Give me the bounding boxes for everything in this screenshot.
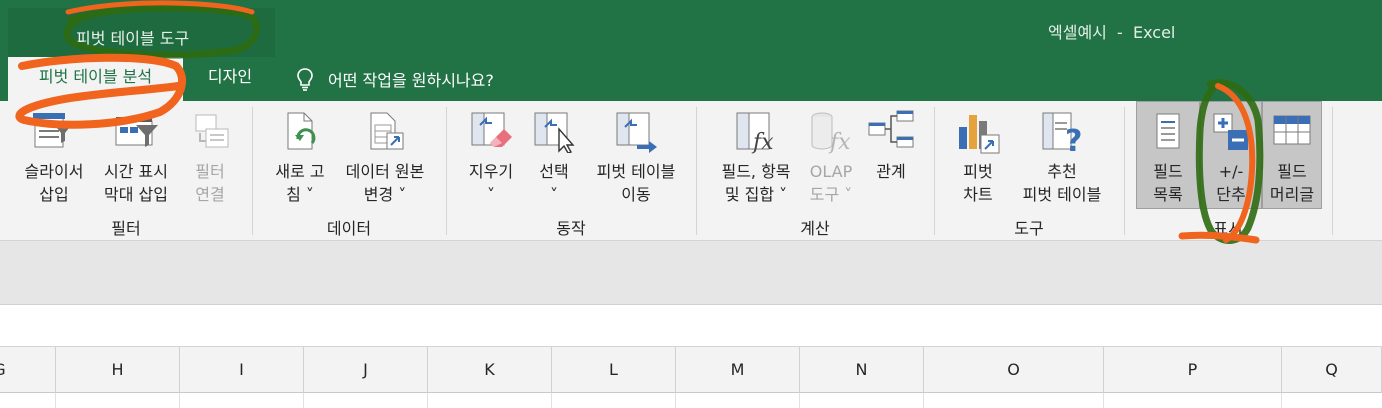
recommended-pivottables-label: 추천 피벗 테이블 (1022, 162, 1102, 204)
fields-items-sets-button[interactable]: fx 필드, 항목 및 집합 ˅ (708, 101, 804, 213)
column-header-n[interactable]: N (800, 347, 924, 393)
fx-table-icon: fx (736, 112, 774, 155)
select-label: 선택 ˅ (539, 162, 569, 204)
insert-slicer-button[interactable]: 슬라이서 삽입 (14, 101, 94, 213)
cell[interactable] (924, 393, 1104, 408)
window-title: 엑셀예시 - Excel (1048, 23, 1176, 42)
column-header-h[interactable]: H (56, 347, 180, 393)
filter-connections-icon (195, 114, 229, 148)
slicer-icon (33, 113, 73, 148)
tab-design[interactable]: 디자인 (186, 57, 274, 101)
cell[interactable] (0, 393, 56, 408)
column-header-o[interactable]: O (924, 347, 1104, 393)
column-header-l[interactable]: L (552, 347, 676, 393)
field-list-icon (1156, 113, 1180, 149)
select-button[interactable]: 선택 ˅ (526, 101, 582, 213)
recommended-pivot-icon: ? (1042, 112, 1082, 155)
olap-tools-button[interactable]: fx OLAP 도구 ˅ (802, 101, 860, 213)
svg-text:fx: fx (828, 130, 851, 155)
column-headers: G H I J K L M N O P Q (0, 347, 1382, 393)
cell[interactable] (1104, 393, 1282, 408)
insert-timeline-label: 시간 표시 막대 삽입 (104, 162, 168, 204)
pivotchart-label: 피벗 차트 (963, 162, 993, 204)
pivot-chart-icon (959, 115, 1000, 154)
cell[interactable] (428, 393, 552, 408)
fields-items-sets-label: 필드, 항목 및 집합 ˅ (721, 162, 791, 204)
cell[interactable] (800, 393, 924, 408)
column-header-p[interactable]: P (1104, 347, 1282, 393)
cell[interactable] (304, 393, 428, 408)
refresh-button[interactable]: 새로 고 침 ˅ (262, 101, 338, 213)
change-source-icon (370, 112, 404, 150)
expand-collapse-buttons-button[interactable]: +/- 단추 (1200, 101, 1262, 209)
cell[interactable] (56, 393, 180, 408)
column-header-i[interactable]: I (180, 347, 304, 393)
group-label-actions: 동작 (556, 219, 586, 238)
field-list-label: 필드 목록 (1153, 162, 1183, 204)
column-header-q[interactable]: Q (1282, 347, 1382, 393)
pivotchart-button[interactable]: 피벗 차트 (946, 101, 1010, 213)
field-headers-button[interactable]: 필드 머리글 (1262, 101, 1322, 209)
plus-minus-icon (1213, 113, 1248, 150)
move-pivot-icon (616, 112, 657, 153)
relationships-button[interactable]: 관계 (860, 101, 922, 213)
relationships-label: 관계 (876, 162, 906, 181)
field-headers-icon (1273, 115, 1311, 145)
column-header-j[interactable]: J (304, 347, 428, 393)
lightbulb-icon (297, 68, 313, 91)
group-label-calculations: 계산 (800, 219, 830, 238)
recommended-pivottables-button[interactable]: ? 추천 피벗 테이블 (1010, 101, 1114, 213)
ribbon-collapse-area (0, 241, 1382, 305)
refresh-icon (287, 112, 316, 150)
change-data-source-button[interactable]: 데이터 원본 변경 ˅ (334, 101, 436, 213)
group-label-tools: 도구 (1014, 219, 1044, 238)
contextual-tab-group: 피벗 테이블 도구 (8, 8, 275, 57)
cell[interactable] (552, 393, 676, 408)
column-header-g[interactable]: G (0, 347, 56, 393)
ribbon-tabs: 피벗 테이블 분석 디자인 어떤 작업을 원하시나요? (0, 57, 1382, 101)
svg-text:?: ? (1065, 124, 1082, 155)
timeline-icon (115, 117, 158, 147)
tab-pivot-table-analyze[interactable]: 피벗 테이블 분석 (8, 57, 183, 101)
clear-label: 지우기 ˅ (468, 162, 514, 204)
insert-slicer-label: 슬라이서 삽입 (24, 162, 84, 204)
olap-icon: fx (811, 112, 851, 155)
worksheet-row (0, 393, 1382, 408)
refresh-label: 새로 고 침 ˅ (275, 162, 325, 204)
expand-collapse-label: +/- 단추 (1216, 162, 1246, 204)
cell[interactable] (180, 393, 304, 408)
move-pivottable-button[interactable]: 피벗 테이블 이동 (584, 101, 688, 213)
title-bar: 피벗 테이블 도구 엑셀예시 - Excel (0, 0, 1382, 57)
clear-button[interactable]: 지우기 ˅ (456, 101, 526, 213)
olap-tools-label: OLAP 도구 ˅ (809, 162, 853, 204)
svg-text:fx: fx (751, 130, 774, 155)
filter-connections-label: 필터 연결 (195, 162, 225, 204)
column-header-k[interactable]: K (428, 347, 552, 393)
group-label-show: 표시 (1213, 219, 1243, 238)
group-label-data: 데이터 (326, 219, 372, 238)
filter-connections-button[interactable]: 필터 연결 (180, 101, 240, 213)
select-icon (534, 112, 575, 153)
contextual-group-label: 피벗 테이블 도구 (76, 29, 190, 48)
field-headers-label: 필드 머리글 (1269, 162, 1315, 204)
group-separator (1332, 107, 1333, 235)
relationships-icon (868, 110, 914, 148)
ribbon: 슬라이서 삽입 시간 표시 막대 삽입 필터 연결 필터 새로 고 침 ˅ 데이… (0, 101, 1382, 241)
tell-me-search[interactable]: 어떤 작업을 원하시나요? (296, 65, 494, 93)
insert-timeline-button[interactable]: 시간 표시 막대 삽입 (94, 101, 178, 213)
eraser-icon (471, 112, 512, 147)
tell-me-text: 어떤 작업을 원하시나요? (328, 71, 494, 90)
cell[interactable] (676, 393, 800, 408)
field-list-button[interactable]: 필드 목록 (1136, 101, 1200, 209)
move-pivottable-label: 피벗 테이블 이동 (596, 162, 676, 204)
group-label-filter: 필터 (111, 219, 141, 238)
formula-bar[interactable] (0, 305, 1382, 347)
column-header-m[interactable]: M (676, 347, 800, 393)
change-data-source-label: 데이터 원본 변경 ˅ (345, 162, 425, 204)
